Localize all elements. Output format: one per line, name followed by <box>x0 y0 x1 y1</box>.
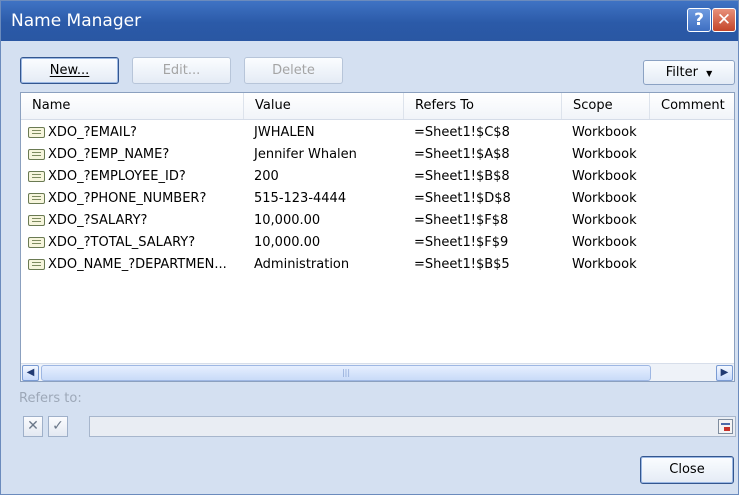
confirm-check-icon[interactable]: ✓ <box>48 416 68 437</box>
edit-button[interactable]: Edit... <box>132 57 231 84</box>
refers-to-label: Refers to: <box>19 391 82 406</box>
row-name: XDO_?EMP_NAME? <box>48 147 170 162</box>
name-range-icon <box>28 237 45 248</box>
row-value: 515-123-4444 <box>254 191 347 206</box>
column-header-scope[interactable]: Scope <box>562 93 650 119</box>
table-row[interactable]: XDO_NAME_?DEPARTMEN... Administration =S… <box>21 254 734 276</box>
refers-to-field[interactable] <box>89 416 736 437</box>
table-row[interactable]: XDO_?PHONE_NUMBER? 515-123-4444 =Sheet1!… <box>21 188 734 210</box>
close-button[interactable]: Close <box>640 456 734 484</box>
row-value: Administration <box>254 257 350 272</box>
row-refers-to: =Sheet1!$A$8 <box>414 147 510 162</box>
row-value: 200 <box>254 169 279 184</box>
filter-button-label: Filter <box>665 65 698 80</box>
delete-button[interactable]: Delete <box>244 57 343 84</box>
row-name: XDO_NAME_?DEPARTMEN... <box>48 257 227 272</box>
table-row[interactable]: XDO_?EMP_NAME? Jennifer Whalen =Sheet1!$… <box>21 144 734 166</box>
row-scope: Workbook <box>572 235 637 250</box>
cancel-x-icon[interactable]: ✕ <box>23 416 43 437</box>
scroll-right-icon[interactable]: ▶ <box>716 365 733 381</box>
column-header-comment[interactable]: Comment <box>650 93 734 119</box>
name-range-icon <box>28 215 45 226</box>
collapse-dialog-icon[interactable] <box>718 419 733 434</box>
row-refers-to: =Sheet1!$F$9 <box>414 235 509 250</box>
row-name: XDO_?EMAIL? <box>48 125 137 140</box>
row-refers-to: =Sheet1!$B$8 <box>414 169 510 184</box>
name-range-icon <box>28 259 45 270</box>
row-scope: Workbook <box>572 191 637 206</box>
filter-button[interactable]: Filter ▼ <box>643 60 735 85</box>
row-refers-to: =Sheet1!$C$8 <box>414 125 510 140</box>
dropdown-arrow-icon: ▼ <box>706 69 713 78</box>
row-scope: Workbook <box>572 147 637 162</box>
scrollbar-grip: ||| <box>341 368 351 377</box>
column-header-value[interactable]: Value <box>244 93 404 119</box>
scroll-left-icon[interactable]: ◀ <box>22 365 39 381</box>
row-scope: Workbook <box>572 257 637 272</box>
name-range-icon <box>28 193 45 204</box>
list-header: Name Value Refers To Scope Comment <box>21 93 734 120</box>
row-refers-to: =Sheet1!$D$8 <box>414 191 511 206</box>
close-icon[interactable]: ✕ <box>712 8 736 32</box>
row-scope: Workbook <box>572 125 637 140</box>
name-range-icon <box>28 149 45 160</box>
table-row[interactable]: XDO_?EMPLOYEE_ID? 200 =Sheet1!$B$8 Workb… <box>21 166 734 188</box>
new-button[interactable]: New... <box>20 57 119 84</box>
name-range-icon <box>28 171 45 182</box>
row-refers-to: =Sheet1!$F$8 <box>414 213 509 228</box>
scrollbar-thumb[interactable]: ||| <box>41 365 651 381</box>
column-header-name[interactable]: Name <box>21 93 244 119</box>
table-row[interactable]: XDO_?TOTAL_SALARY? 10,000.00 =Sheet1!$F$… <box>21 232 734 254</box>
row-value: 10,000.00 <box>254 235 321 250</box>
row-value: JWHALEN <box>254 125 315 140</box>
horizontal-scrollbar[interactable]: ◀ ||| ▶ <box>21 363 734 381</box>
help-icon[interactable]: ? <box>687 8 711 32</box>
row-refers-to: =Sheet1!$B$5 <box>414 257 510 272</box>
table-row[interactable]: XDO_?EMAIL? JWHALEN =Sheet1!$C$8 Workboo… <box>21 122 734 144</box>
dialog-title: Name Manager <box>11 11 142 31</box>
row-scope: Workbook <box>572 213 637 228</box>
row-name: XDO_?SALARY? <box>48 213 148 228</box>
table-row[interactable]: XDO_?SALARY? 10,000.00 =Sheet1!$F$8 Work… <box>21 210 734 232</box>
row-name: XDO_?TOTAL_SALARY? <box>48 235 196 250</box>
row-value: Jennifer Whalen <box>254 147 357 162</box>
column-header-refers-to[interactable]: Refers To <box>404 93 562 119</box>
name-range-icon <box>28 127 45 138</box>
title-bar[interactable]: Name Manager ? ✕ <box>1 1 738 41</box>
name-manager-dialog: Name Manager ? ✕ New... Edit... Delete F… <box>0 0 739 495</box>
row-name: XDO_?EMPLOYEE_ID? <box>48 169 186 184</box>
new-button-label: New... <box>49 63 90 78</box>
row-scope: Workbook <box>572 169 637 184</box>
row-value: 10,000.00 <box>254 213 321 228</box>
row-name: XDO_?PHONE_NUMBER? <box>48 191 207 206</box>
names-list[interactable]: Name Value Refers To Scope Comment XDO_?… <box>20 92 735 382</box>
